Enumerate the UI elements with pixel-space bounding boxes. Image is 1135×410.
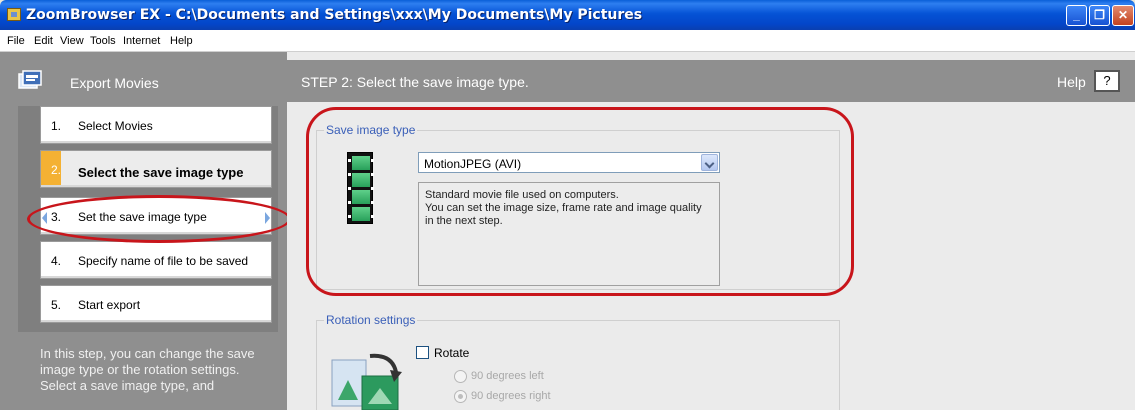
step-label: Specify name of file to be saved <box>78 254 249 268</box>
menu-bar: File Edit View Tools Internet Help <box>0 30 1135 52</box>
step-number: 5. <box>51 298 62 312</box>
rotation-settings-legend: Rotation settings <box>324 313 418 327</box>
help-label: Help <box>1057 74 1086 90</box>
step-1-select-movies[interactable]: 1. Select Movies <box>40 106 272 144</box>
sidebar-header: Export Movies <box>0 60 287 100</box>
menu-view[interactable]: View <box>60 35 84 47</box>
close-button[interactable]: ✕ <box>1112 5 1134 26</box>
step-4-specify-file-name[interactable]: 4. Specify name of file to be saved <box>40 241 272 279</box>
step-number: 1. <box>51 119 62 133</box>
rotate-right-radio[interactable] <box>454 390 467 403</box>
step-2-select-save-type[interactable]: 2. Select the save image type <box>40 150 272 188</box>
title-bar: ZoomBrowser EX - C:\Documents and Settin… <box>0 0 1135 30</box>
step-description: In this step, you can change the save im… <box>40 346 255 393</box>
sidebar-title: Export Movies <box>70 75 159 91</box>
step-label: Start export <box>78 298 141 312</box>
window-title: ZoomBrowser EX - C:\Documents and Settin… <box>26 7 643 23</box>
export-movies-icon <box>18 70 42 89</box>
highlight-oval <box>27 195 291 243</box>
step-title: STEP 2: Select the save image type. <box>301 74 529 90</box>
menu-file[interactable]: File <box>7 35 25 47</box>
menu-help[interactable]: Help <box>170 35 193 47</box>
menu-internet[interactable]: Internet <box>123 35 160 47</box>
menu-tools[interactable]: Tools <box>90 35 116 47</box>
step-label: Select Movies <box>78 119 153 133</box>
app-icon <box>7 8 21 21</box>
rotate-left-radio[interactable] <box>454 370 467 383</box>
step-number: 2. <box>51 163 62 177</box>
step-header: STEP 2: Select the save image type. Help… <box>287 60 1135 102</box>
help-button[interactable]: ? <box>1094 70 1120 92</box>
minimize-button[interactable]: _ <box>1066 5 1087 26</box>
rotate-right-label: 90 degrees right <box>471 390 551 402</box>
rotate-left-label: 90 degrees left <box>471 370 544 382</box>
highlight-oval <box>306 107 854 296</box>
step-number: 4. <box>51 254 62 268</box>
menu-edit[interactable]: Edit <box>34 35 53 47</box>
step-5-start-export[interactable]: 5. Start export <box>40 285 272 323</box>
rotate-image-icon <box>331 353 402 410</box>
rotate-label: Rotate <box>434 346 470 360</box>
maximize-button[interactable]: ❐ <box>1089 5 1110 26</box>
step-label: Select the save image type <box>78 165 244 180</box>
rotate-checkbox[interactable] <box>416 346 429 359</box>
